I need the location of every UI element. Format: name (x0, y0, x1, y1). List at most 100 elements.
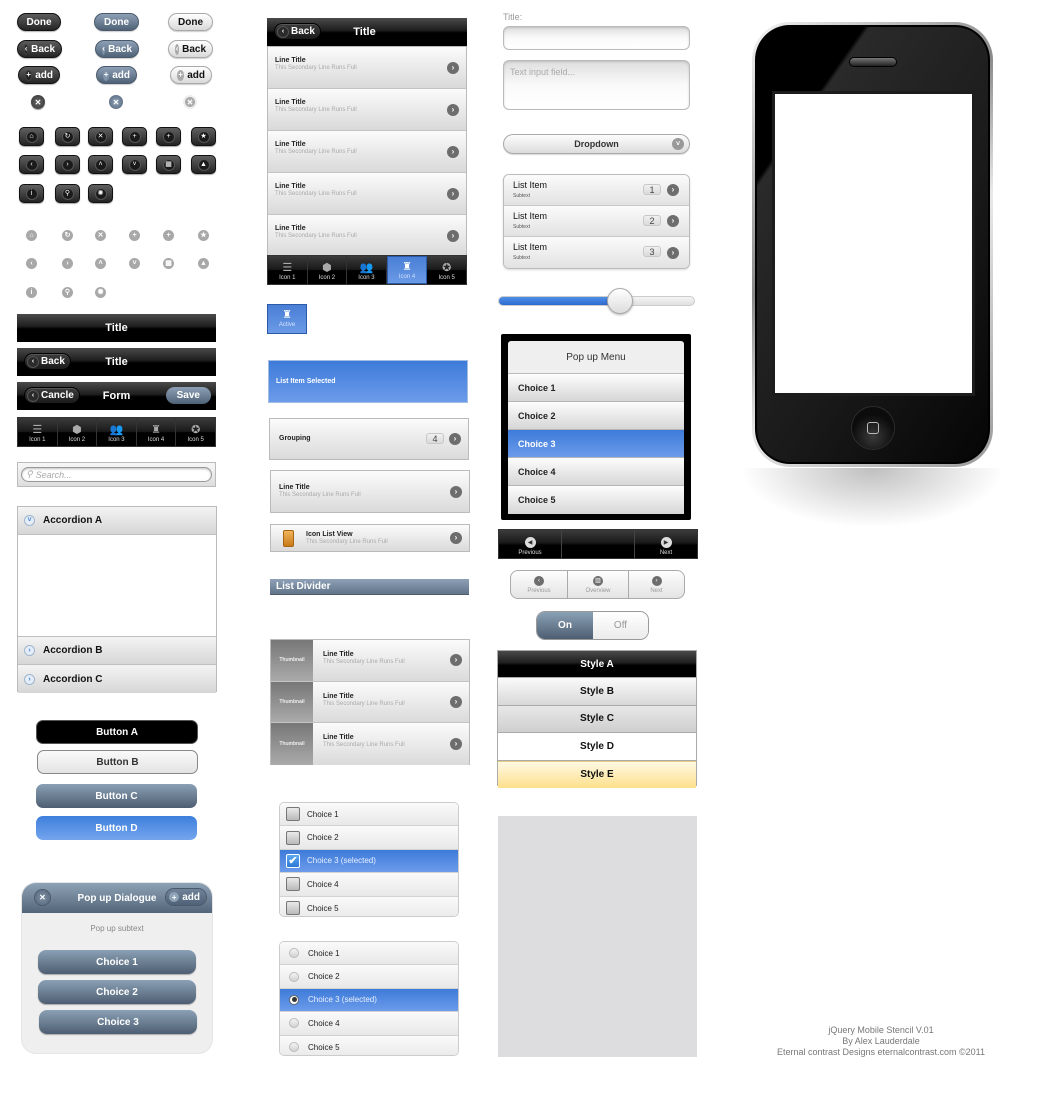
slider[interactable] (498, 288, 695, 314)
accordion-header-c[interactable]: › Accordion C (18, 665, 216, 693)
toggle-off[interactable]: Off (593, 612, 648, 639)
dialog-choice-1[interactable]: Choice 1 (38, 950, 196, 974)
next-button[interactable]: ▶ Next (635, 530, 697, 558)
style-swatch-c[interactable]: Style C (498, 705, 696, 734)
tab-icon-2[interactable]: ⬢ Icon 2 (57, 418, 98, 446)
close-button-light[interactable]: ✕ (183, 95, 197, 109)
tab-icon-5[interactable]: ✪ Icon 5 (176, 418, 215, 446)
style-swatch-a[interactable]: Style A (498, 651, 696, 679)
arrow-down-button[interactable]: ˅ (122, 155, 147, 174)
tab-icon-1[interactable]: ☰ Icon 1 (18, 418, 58, 446)
list-item[interactable]: Line Title This Secondary Line Runs Full › (268, 47, 466, 89)
accordion-header-b[interactable]: › Accordion B (18, 637, 216, 665)
checkbox-item[interactable]: ✔ Choice 3 (selected) (280, 849, 458, 874)
tab-icon-3[interactable]: 👥 Icon 3 (347, 256, 387, 284)
grouping-row[interactable]: Grouping 4 › (269, 418, 469, 460)
list-item[interactable]: Line Title This Secondary Line Runs Full › (268, 173, 466, 215)
button-d[interactable]: Button D (36, 816, 197, 840)
header-back-button[interactable]: ‹ Back (24, 353, 71, 370)
dialog-choice-3[interactable]: Choice 3 (39, 1010, 197, 1034)
grid-button[interactable]: ▦ (156, 155, 181, 174)
active-tab-sample[interactable]: ♜ Active (267, 304, 307, 334)
button-b[interactable]: Button B (37, 750, 198, 774)
previous-segment[interactable]: ‹ Previous (511, 571, 568, 598)
radio-item[interactable]: Choice 4 (280, 1012, 458, 1036)
close-button[interactable]: ✕ (35, 890, 50, 905)
radio-icon[interactable] (289, 1018, 299, 1029)
radio-icon[interactable] (289, 994, 299, 1005)
checkbox-item[interactable]: Choice 4 (280, 873, 458, 897)
gear-button[interactable]: ✺ (88, 184, 113, 203)
thumbnail-list-item[interactable]: Thumbnail Line Title This Secondary Line R… (271, 723, 469, 765)
tab-icon-2[interactable]: ⬢ Icon 2 (307, 256, 348, 284)
delete-button[interactable]: ✕ (88, 127, 113, 146)
home-button[interactable] (851, 407, 894, 449)
tab-icon-4[interactable]: ♜ Icon 4 (136, 418, 177, 446)
back-button-dark[interactable]: ‹ Back (17, 40, 62, 58)
header-back-button[interactable]: ‹ Back (274, 23, 321, 40)
list-item[interactable]: Line Title This Secondary Line Runs Full › (268, 215, 466, 257)
style-swatch-d[interactable]: Style D (498, 733, 696, 761)
arrow-right-button[interactable]: › (55, 155, 80, 174)
search-button[interactable]: ⚲ (55, 184, 80, 203)
add-button[interactable]: + add (166, 889, 206, 905)
popup-menu-item[interactable]: Choice 3 (508, 430, 684, 458)
inset-list-item[interactable]: List Item Subtext 1 › (504, 175, 689, 206)
button-a[interactable]: Button A (36, 720, 198, 744)
slider-handle[interactable] (606, 288, 633, 314)
button-c[interactable]: Button C (36, 784, 197, 808)
add-button-dark[interactable]: + add (18, 66, 60, 84)
list-item[interactable]: Line Title This Secondary Line Runs Full › (268, 131, 466, 173)
checkbox-icon[interactable] (286, 830, 300, 845)
radio-item[interactable]: Choice 3 (selected) (280, 988, 458, 1013)
title-input[interactable] (503, 26, 690, 50)
checkbox-icon[interactable] (286, 807, 300, 822)
thumbnail-list-item[interactable]: Thumbnail Line Title This Secondary Line R… (271, 681, 469, 723)
inset-list-item[interactable]: List Item Subtext 3 › (504, 237, 689, 268)
checkbox-icon[interactable]: ✔ (286, 853, 300, 868)
checkbox-item[interactable]: Choice 1 (280, 803, 458, 827)
add-button-blue[interactable]: + add (96, 66, 137, 84)
style-swatch-b[interactable]: Style B (498, 678, 696, 706)
search-input[interactable]: ⚲ Search... (21, 467, 212, 482)
radio-icon[interactable] (289, 948, 299, 959)
save-button[interactable]: Save (165, 387, 211, 404)
on-off-toggle[interactable]: On Off (536, 611, 649, 640)
radio-item[interactable]: Choice 2 (280, 965, 458, 989)
icon-list-row[interactable]: Icon List View This Secondary Line Runs … (270, 524, 470, 552)
back-button-blue[interactable]: ‹ Back (95, 40, 139, 58)
popup-menu-item[interactable]: Choice 5 (508, 486, 684, 514)
plus-button[interactable]: + (156, 127, 181, 146)
checkbox-icon[interactable] (286, 877, 300, 892)
home-button[interactable]: ⌂ (19, 127, 44, 146)
radio-item[interactable]: Choice 5 (280, 1035, 458, 1055)
radio-icon[interactable] (289, 1042, 299, 1053)
toggle-on[interactable]: On (537, 612, 593, 639)
close-button-blue[interactable]: ✕ (109, 95, 123, 109)
line-title-row[interactable]: Line Title This Secondary Line Runs Full… (270, 470, 470, 513)
arrow-left-button[interactable]: ‹ (19, 155, 44, 174)
tab-icon-4[interactable]: ♜ Icon 4 (386, 256, 428, 284)
tab-icon-1[interactable]: ☰ Icon 1 (268, 256, 308, 284)
list-item[interactable]: Line Title This Secondary Line Runs Full › (268, 89, 466, 131)
tab-icon-3[interactable]: 👥 Icon 3 (97, 418, 137, 446)
style-swatch-e[interactable]: Style E (498, 760, 696, 788)
close-button-dark[interactable]: ✕ (31, 95, 45, 109)
dialog-choice-2[interactable]: Choice 2 (38, 980, 196, 1004)
tab-icon-5[interactable]: ✪ Icon 5 (427, 256, 466, 284)
done-button-light[interactable]: Done (168, 13, 213, 31)
accordion-header-a[interactable]: ˅ Accordion A (18, 507, 216, 535)
info-button[interactable]: i (19, 184, 44, 203)
arrow-up-button[interactable]: ˄ (88, 155, 113, 174)
previous-button[interactable]: ◀ Previous (499, 530, 562, 558)
text-area[interactable]: Text input field... (503, 60, 690, 110)
back-button-light[interactable]: ‹ Back (168, 40, 213, 58)
refresh-button[interactable]: ↻ (55, 127, 80, 146)
checkbox-icon[interactable] (286, 901, 300, 916)
radio-item[interactable]: Choice 1 (280, 942, 458, 966)
list-item-selected[interactable]: List Item Selected (268, 360, 468, 403)
done-button-blue[interactable]: Done (94, 13, 139, 31)
radio-icon[interactable] (289, 971, 299, 982)
next-segment[interactable]: › Next (629, 571, 684, 598)
checkbox-item[interactable]: Choice 2 (280, 826, 458, 850)
